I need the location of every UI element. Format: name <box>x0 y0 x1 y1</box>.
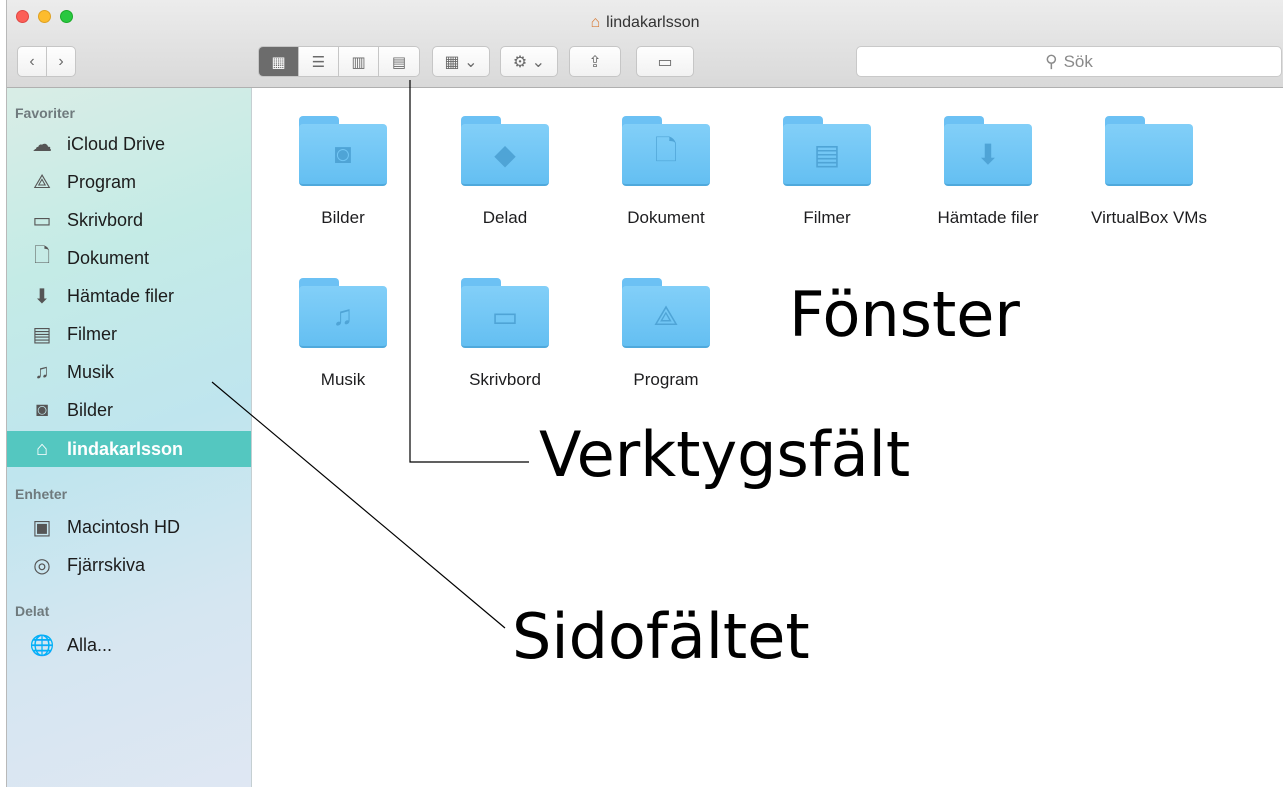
finder-window: ⌂ lindakarlsson ‹ › ▦ ☰ ▥ ▤ ▦ ⌄ ⚙ ⌄ ⇪ ▭ ⚲… <box>6 0 1283 787</box>
sidebar-pointer-line <box>211 381 506 629</box>
toolbar-pointer-line <box>409 80 529 463</box>
annotation-lines <box>211 80 529 629</box>
